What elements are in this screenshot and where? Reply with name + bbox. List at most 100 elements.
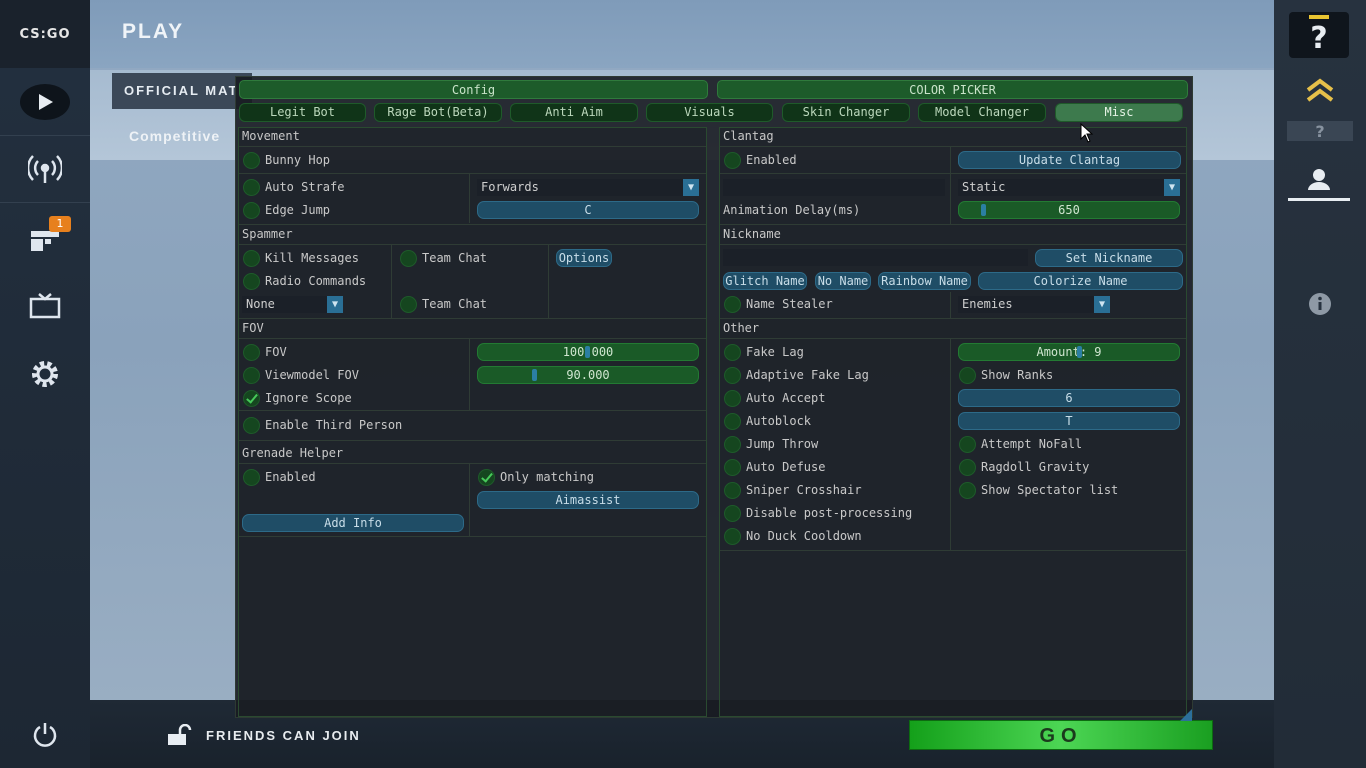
set-nickname-button[interactable]: Set Nickname xyxy=(1035,249,1183,267)
strafe-direction-select[interactable]: Forwards ▼ xyxy=(477,179,699,196)
jump-throw-checkbox[interactable] xyxy=(724,436,741,453)
colorize-name-button[interactable]: Colorize Name xyxy=(978,272,1183,290)
ignore-scope-label: Ignore Scope xyxy=(265,391,352,405)
mode-dropdown-competitive[interactable]: Competitive xyxy=(129,128,220,144)
kill-messages-checkbox[interactable] xyxy=(243,250,260,267)
viewmodel-fov-value: 90.000 xyxy=(566,368,610,382)
autoblock-key-button[interactable]: T xyxy=(958,412,1180,430)
animation-delay-value: 650 xyxy=(1058,203,1080,217)
viewmodel-fov-checkbox[interactable] xyxy=(243,367,260,384)
go-button[interactable]: GO xyxy=(909,720,1213,750)
name-stealer-checkbox[interactable] xyxy=(724,296,741,313)
power-icon[interactable] xyxy=(20,714,70,754)
section-clantag: Clantag xyxy=(723,129,774,143)
auto-accept-checkbox[interactable] xyxy=(724,390,741,407)
show-spectator-list-checkbox[interactable] xyxy=(959,482,976,499)
section-grenade-helper: Grenade Helper xyxy=(242,446,344,460)
ragdoll-gravity-checkbox[interactable] xyxy=(959,459,976,476)
only-matching-label: Only matching xyxy=(500,470,594,484)
edge-jump-label: Edge Jump xyxy=(265,203,331,217)
tab-rage-bot[interactable]: Rage Bot(Beta) xyxy=(374,103,502,122)
glitch-name-button[interactable]: Glitch Name xyxy=(723,272,807,290)
disable-post-processing-checkbox[interactable] xyxy=(724,505,741,522)
friends-label: FRIENDS CAN JOIN xyxy=(206,727,361,743)
section-fov: FOV xyxy=(242,321,264,335)
fake-lag-amount-value: Amount: 9 xyxy=(1036,345,1102,359)
help-icon[interactable]: ? xyxy=(1289,12,1349,58)
broadcast-icon[interactable] xyxy=(20,148,70,188)
fov-slider[interactable]: 100.000 xyxy=(477,343,699,361)
radio-commands-checkbox[interactable] xyxy=(243,273,260,290)
auto-strafe-checkbox[interactable] xyxy=(243,179,260,196)
sniper-crosshair-checkbox[interactable] xyxy=(724,482,741,499)
fake-lag-amount-slider[interactable]: Amount: 9 xyxy=(958,343,1180,361)
aimassist-button[interactable]: Aimassist xyxy=(477,491,699,509)
tab-skin-changer[interactable]: Skin Changer xyxy=(782,103,910,122)
section-other: Other xyxy=(723,321,760,335)
update-clantag-button[interactable]: Update Clantag xyxy=(958,151,1181,169)
slider-knob[interactable] xyxy=(981,204,986,216)
attempt-nofall-checkbox[interactable] xyxy=(959,436,976,453)
slider-knob[interactable] xyxy=(1077,346,1082,358)
attempt-nofall-label: Attempt NoFall xyxy=(981,437,1083,451)
profile-icon[interactable] xyxy=(1286,162,1352,202)
bunny-hop-checkbox[interactable] xyxy=(243,152,260,169)
third-person-checkbox[interactable] xyxy=(243,417,260,434)
slider-knob[interactable] xyxy=(532,369,537,381)
only-matching-checkbox[interactable] xyxy=(478,469,495,486)
radio-command-select[interactable]: None ▼ xyxy=(242,296,343,313)
slider-knob[interactable] xyxy=(585,346,590,358)
fake-lag-checkbox[interactable] xyxy=(724,344,741,361)
animation-delay-slider[interactable]: 650 xyxy=(958,201,1180,219)
no-duck-cooldown-checkbox[interactable] xyxy=(724,528,741,545)
adaptive-fake-lag-checkbox[interactable] xyxy=(724,367,741,384)
no-name-button[interactable]: No Name xyxy=(815,272,871,290)
color-picker-header[interactable]: COLOR PICKER xyxy=(717,80,1188,99)
autoblock-label: Autoblock xyxy=(746,414,812,428)
friends-can-join-toggle[interactable]: FRIENDS CAN JOIN xyxy=(166,724,361,746)
jump-throw-label: Jump Throw xyxy=(746,437,819,451)
fov-checkbox[interactable] xyxy=(243,344,260,361)
clantag-mode-select[interactable]: Static ▼ xyxy=(958,179,1180,196)
clantag-input[interactable] xyxy=(723,179,945,196)
animation-delay-label: Animation Delay(ms) xyxy=(723,203,861,217)
viewmodel-fov-slider[interactable]: 90.000 xyxy=(477,366,699,384)
tab-official-matchmaking[interactable]: OFFICIAL MAT xyxy=(112,73,252,109)
section-nickname: Nickname xyxy=(723,227,781,241)
gear-icon[interactable] xyxy=(20,354,70,394)
tab-misc[interactable]: Misc xyxy=(1055,103,1183,122)
spammer-options-button[interactable]: Options xyxy=(556,249,612,267)
config-header[interactable]: Config xyxy=(239,80,708,99)
add-info-button[interactable]: Add Info xyxy=(242,514,464,532)
dropdown-arrow-icon: ▼ xyxy=(1164,179,1180,196)
tv-icon[interactable] xyxy=(20,286,70,326)
tab-visuals[interactable]: Visuals xyxy=(646,103,773,122)
name-stealer-target-value: Enemies xyxy=(962,297,1013,311)
disable-post-processing-label: Disable post-processing xyxy=(746,506,913,520)
strafe-direction-value: Forwards xyxy=(481,180,539,194)
resize-grip-icon[interactable] xyxy=(1178,706,1192,725)
clantag-enabled-checkbox[interactable] xyxy=(724,152,741,169)
nickname-input[interactable] xyxy=(723,249,1028,266)
play-icon[interactable] xyxy=(20,82,70,122)
radio-commands-label: Radio Commands xyxy=(265,274,367,288)
info-icon[interactable] xyxy=(1308,292,1332,316)
autoblock-checkbox[interactable] xyxy=(724,413,741,430)
edge-jump-key-button[interactable]: C xyxy=(477,201,699,219)
name-stealer-target-select[interactable]: Enemies ▼ xyxy=(958,296,1110,313)
tab-model-changer[interactable]: Model Changer xyxy=(918,103,1046,122)
grenade-enabled-checkbox[interactable] xyxy=(243,469,260,486)
auto-defuse-checkbox[interactable] xyxy=(724,459,741,476)
fov-label: FOV xyxy=(265,345,287,359)
right-sidebar: ? ? xyxy=(1274,0,1366,768)
show-ranks-checkbox[interactable] xyxy=(959,367,976,384)
edge-jump-checkbox[interactable] xyxy=(243,202,260,219)
auto-accept-key-button[interactable]: 6 xyxy=(958,389,1180,407)
team-chat-radio-label: Team Chat xyxy=(422,297,488,311)
ignore-scope-checkbox[interactable] xyxy=(243,390,260,407)
team-chat-checkbox[interactable] xyxy=(400,250,417,267)
tab-anti-aim[interactable]: Anti Aim xyxy=(510,103,638,122)
tab-legit-bot[interactable]: Legit Bot xyxy=(239,103,366,122)
team-chat-radio-checkbox[interactable] xyxy=(400,296,417,313)
rainbow-name-button[interactable]: Rainbow Name xyxy=(878,272,971,290)
